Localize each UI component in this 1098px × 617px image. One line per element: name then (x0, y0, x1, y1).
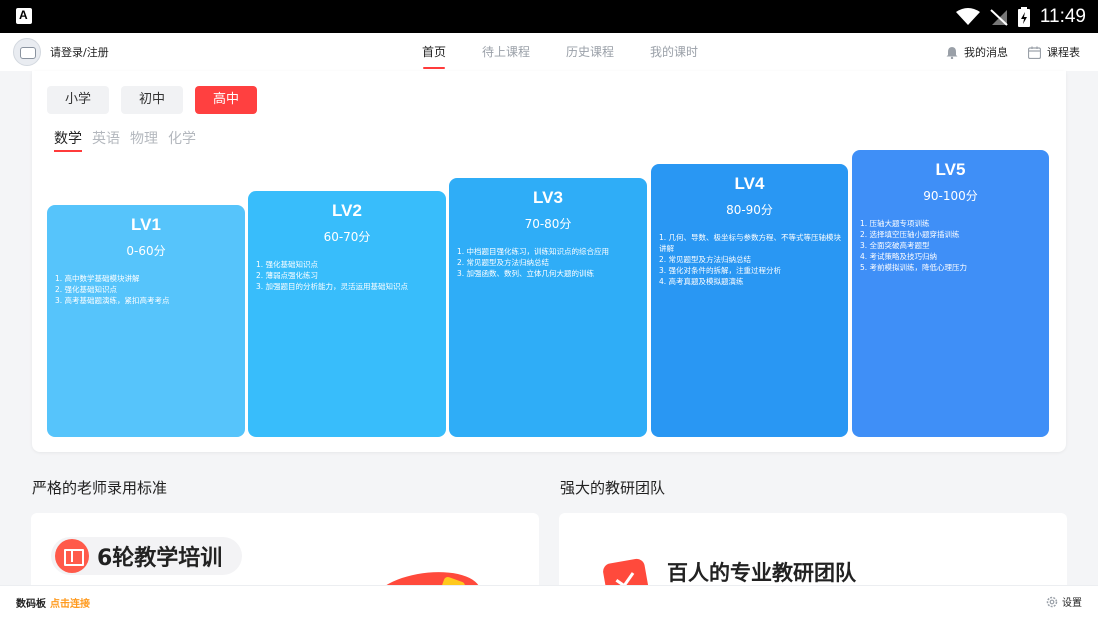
login-register-link[interactable]: 请登录/注册 (50, 44, 109, 60)
level-items: 1. 强化基础知识点 2. 薄弱点强化练习 3. 加强题目的分析能力，灵活运用基… (256, 259, 446, 292)
calendar-icon (1028, 46, 1041, 59)
wifi-icon (955, 7, 980, 25)
grade-selector: 小学 初中 高中 (47, 86, 257, 114)
subject-tab-math[interactable]: 数学 (54, 128, 82, 152)
tab-my-hours[interactable]: 我的课时 (650, 33, 698, 71)
top-header: 请登录/注册 首页 待上课程 历史课程 我的课时 我的消息 课程表 (0, 33, 1098, 71)
settings-button[interactable]: 设置 (1046, 594, 1082, 609)
list-item: 2. 薄弱点强化练习 (256, 271, 319, 280)
messages-label: 我的消息 (964, 46, 1008, 59)
list-item: 1. 强化基础知识点 (256, 260, 319, 269)
list-item: 4. 考试策略及技巧归纳 (860, 252, 938, 261)
level-score-range: 0-60分 (126, 244, 166, 258)
level-score-range: 80-90分 (726, 203, 773, 217)
level-items: 1. 几何、导数、极坐标与参数方程、不等式等压轴模块讲解 2. 常见题型及方法归… (659, 232, 848, 287)
digital-board-status: 数码板 点击连接 (16, 595, 90, 610)
level-title: LV1 (131, 215, 161, 234)
settings-label: 设置 (1062, 598, 1082, 609)
list-item: 5. 考前模拟训练，降低心理压力 (860, 263, 968, 272)
list-item: 2. 强化基础知识点 (55, 285, 118, 294)
list-item: 1. 几何、导数、极坐标与参数方程、不等式等压轴模块讲解 (659, 233, 842, 253)
level-card-lv4[interactable]: LV4 80-90分 1. 几何、导数、极坐标与参数方程、不等式等压轴模块讲解 … (651, 164, 848, 437)
bell-icon (946, 46, 958, 59)
research-team-heading: 百人的专业教研团队 (667, 561, 856, 585)
tab-home[interactable]: 首页 (422, 33, 446, 71)
messages-button[interactable]: 我的消息 (946, 44, 1008, 60)
research-team-panel[interactable]: 百人的专业教研团队 (559, 513, 1067, 593)
subject-tab-english[interactable]: 英语 (92, 128, 120, 152)
research-team-title: 强大的教研团队 (560, 479, 666, 497)
level-card-lv2[interactable]: LV2 60-70分 1. 强化基础知识点 2. 薄弱点强化练习 3. 加强题目… (248, 191, 446, 437)
gear-icon (1046, 596, 1058, 607)
level-card-lv5[interactable]: LV5 90-100分 1. 压轴大题专项训练 2. 选择填空压轴小题穿插训练 … (852, 150, 1049, 437)
level-items: 1. 中档题目强化练习，训练知识点的综合应用 2. 常见题型及方法归纳总结 3.… (457, 246, 647, 279)
app-notification-icon (16, 8, 32, 24)
level-score-range: 70-80分 (524, 217, 572, 231)
level-score-range: 90-100分 (923, 189, 978, 203)
list-item: 3. 高考基础题演练，紧扣高考考点 (55, 296, 170, 305)
avatar[interactable] (13, 38, 41, 66)
list-item: 1. 压轴大题专项训练 (860, 219, 930, 228)
schedule-button[interactable]: 课程表 (1028, 44, 1080, 60)
level-title: LV3 (533, 188, 563, 207)
main-tabs: 首页 待上课程 历史课程 我的课时 (422, 33, 734, 71)
teacher-standard-title: 严格的老师录用标准 (32, 479, 168, 497)
list-item: 1. 高中数学基础模块讲解 (55, 274, 140, 283)
list-item: 2. 选择填空压轴小题穿插训练 (860, 230, 960, 239)
battery-charging-icon (1017, 6, 1030, 27)
tab-upcoming-courses[interactable]: 待上课程 (482, 33, 530, 71)
level-title: LV2 (332, 201, 362, 220)
list-item: 1. 中档题目强化练习，训练知识点的综合应用 (457, 247, 610, 256)
subject-tab-chemistry[interactable]: 化学 (168, 128, 196, 152)
status-bar: 11:49 (0, 0, 1098, 33)
list-item: 3. 加强函数、数列、立体几何大题的训练 (457, 269, 595, 278)
list-item: 4. 高考真题及模拟题演练 (659, 277, 744, 286)
level-card-lv1[interactable]: LV1 0-60分 1. 高中数学基础模块讲解 2. 强化基础知识点 3. 高考… (47, 205, 245, 437)
training-pill: 6轮教学培训 (51, 537, 243, 575)
bottom-bar: 数码板 点击连接 设置 (0, 585, 1098, 617)
level-title: LV5 (935, 160, 966, 179)
status-icons: 11:49 (955, 0, 1086, 33)
schedule-label: 课程表 (1047, 46, 1080, 59)
grade-middle-button[interactable]: 初中 (121, 86, 183, 114)
list-item: 2. 常见题型及方法归纳总结 (659, 255, 752, 264)
level-card-lv3[interactable]: LV3 70-80分 1. 中档题目强化练习，训练知识点的综合应用 2. 常见题… (449, 178, 647, 437)
grade-primary-button[interactable]: 小学 (47, 86, 109, 114)
list-item: 3. 加强题目的分析能力，灵活运用基础知识点 (256, 282, 409, 291)
book-icon (55, 539, 89, 573)
subject-tab-physics[interactable]: 物理 (130, 128, 158, 152)
header-actions: 我的消息 课程表 (946, 33, 1080, 71)
list-item: 2. 常见题型及方法归纳总结 (457, 258, 550, 267)
list-item: 3. 强化对条件的拆解，注重过程分析 (659, 266, 782, 275)
subject-tabs: 数学 英语 物理 化学 (54, 128, 196, 152)
tab-history-courses[interactable]: 历史课程 (566, 33, 614, 71)
teacher-training-panel[interactable]: 6轮教学培训 (31, 513, 539, 593)
connect-link[interactable]: 点击连接 (50, 599, 90, 610)
grade-high-button[interactable]: 高中 (195, 86, 257, 114)
clock: 11:49 (1039, 5, 1086, 27)
digital-board-label: 数码板 (16, 599, 46, 610)
level-items: 1. 高中数学基础模块讲解 2. 强化基础知识点 3. 高考基础题演练，紧扣高考… (55, 273, 245, 306)
list-item: 3. 全面突破高考题型 (860, 241, 930, 250)
level-items: 1. 压轴大题专项训练 2. 选择填空压轴小题穿插训练 3. 全面突破高考题型 … (860, 218, 1049, 273)
level-title: LV4 (734, 174, 765, 193)
level-score-range: 60-70分 (323, 230, 371, 244)
no-signal-icon (990, 8, 1008, 26)
training-pill-text: 6轮教学培训 (97, 546, 223, 571)
level-card: 小学 初中 高中 数学 英语 物理 化学 LV1 0-60分 1. 高中数学基础… (32, 71, 1066, 452)
